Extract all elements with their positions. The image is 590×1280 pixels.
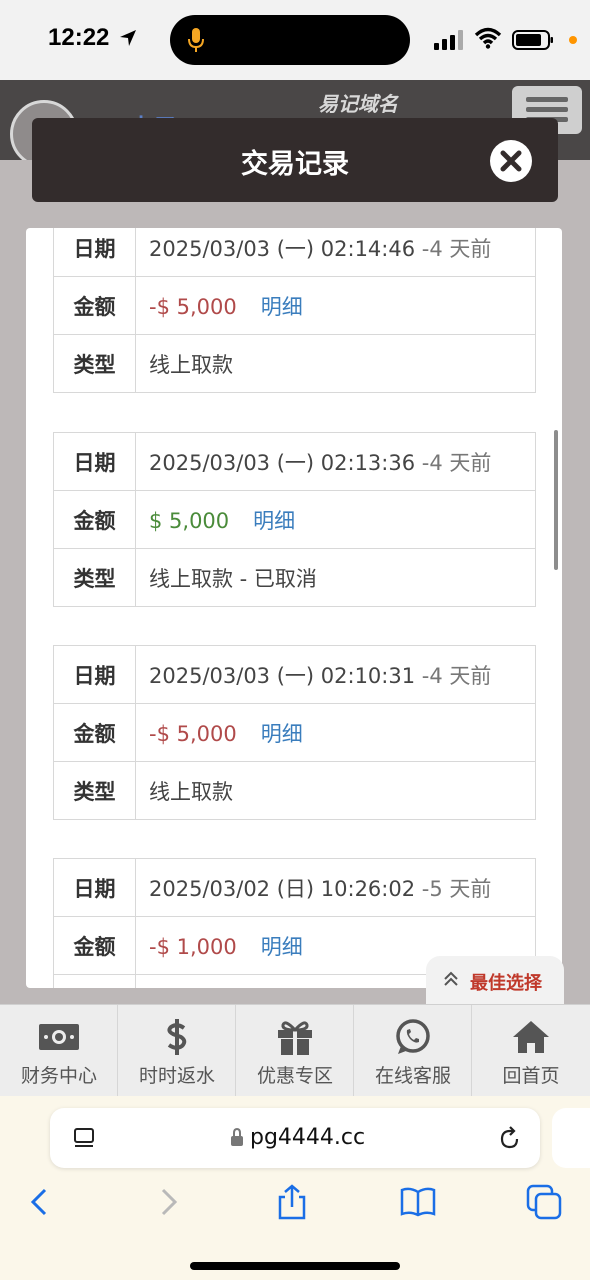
gift-icon [278, 1021, 312, 1055]
bottom-nav: 财务中心 时时返水 优惠专区 在线客服 回首页 [0, 1004, 590, 1097]
close-icon [500, 150, 522, 172]
bookmarks-icon[interactable] [400, 1184, 436, 1220]
scrollbar[interactable] [554, 430, 558, 570]
date-text: 2025/03/02 (日) 10:26:02 [149, 876, 416, 901]
days-ago: -4 天前 [415, 663, 492, 688]
url-text: pg4444.cc [250, 1125, 366, 1150]
recording-indicator [569, 36, 577, 44]
amount-value: -$ 5,000 明细 [135, 276, 536, 335]
next-tab-preview[interactable] [552, 1108, 590, 1168]
days-ago: -4 天前 [415, 236, 492, 261]
location-arrow-icon [120, 30, 136, 46]
type-label: 类型 [53, 548, 136, 607]
money-icon [39, 1024, 79, 1050]
days-ago: -5 天前 [415, 876, 492, 901]
wifi-icon [474, 27, 502, 49]
nav-finance-center[interactable]: 财务中心 [0, 1005, 118, 1097]
amount-value: $ 5,000 明细 [135, 490, 536, 549]
nav-customer-service[interactable]: 在线客服 [354, 1005, 472, 1097]
nav-rebate[interactable]: 时时返水 [118, 1005, 236, 1097]
reload-icon[interactable] [498, 1125, 522, 1151]
date-label: 日期 [53, 858, 136, 917]
best-choice-button[interactable]: 最佳选择 [426, 956, 564, 1004]
type-value: 线上取款 - 已取消 [135, 548, 536, 607]
amount-row: 金额 -$ 5,000 明细 [53, 276, 536, 335]
tabs-icon[interactable] [526, 1184, 562, 1220]
date-value: 2025/03/03 (一) 02:13:36 -4 天前 [135, 432, 536, 491]
nav-label: 财务中心 [20, 1065, 97, 1087]
lock-icon [231, 1127, 243, 1146]
transaction-record: 日期 2025/03/03 (一) 02:14:46 -4 天前 金额 -$ 5… [53, 228, 536, 393]
easy-domain-label: 易记域名 [318, 92, 398, 116]
amount-row: 金额 -$ 5,000 明细 [53, 703, 536, 762]
nav-label: 回首页 [502, 1065, 560, 1087]
date-label: 日期 [53, 228, 136, 277]
type-label: 类型 [53, 761, 136, 820]
share-icon[interactable] [274, 1184, 310, 1220]
reader-menu-icon[interactable] [72, 1126, 96, 1150]
address-bar[interactable]: pg4444.cc [50, 1108, 540, 1168]
double-chevron-up-icon [444, 971, 458, 986]
nav-promotions[interactable]: 优惠专区 [236, 1005, 354, 1097]
modal-title: 交易记录 [241, 149, 349, 180]
dollar-icon [167, 1019, 187, 1055]
amount-label: 金额 [53, 703, 136, 762]
type-row: 类型 线上取款 [53, 334, 536, 393]
type-value: 线上取款 [135, 334, 536, 393]
date-label: 日期 [53, 432, 136, 491]
detail-link[interactable]: 明细 [261, 935, 303, 959]
nav-label: 优惠专区 [256, 1065, 333, 1087]
dynamic-island [170, 15, 410, 65]
detail-link[interactable]: 明细 [261, 295, 303, 319]
type-row: 类型 线上取款 [53, 761, 536, 820]
date-row: 日期 2025/03/03 (一) 02:10:31 -4 天前 [53, 645, 536, 704]
status-bar: 12:22 [0, 0, 590, 80]
amount-row: 金额 $ 5,000 明细 [53, 490, 536, 549]
home-indicator [190, 1262, 400, 1270]
detail-link[interactable]: 明细 [253, 509, 295, 533]
type-row: 类型 线上取款 - 已取消 [53, 548, 536, 607]
home-icon [513, 1021, 549, 1053]
amount-text: -$ 1,000 [149, 934, 237, 959]
amount-label: 金额 [53, 490, 136, 549]
microphone-icon [188, 28, 204, 52]
amount-label: 金额 [53, 916, 136, 975]
date-text: 2025/03/03 (一) 02:14:46 [149, 236, 416, 261]
type-label: 类型 [53, 334, 136, 393]
date-value: 2025/03/03 (一) 02:14:46 -4 天前 [135, 228, 536, 277]
browser-toolbar: pg4444.cc [0, 1096, 590, 1280]
whatsapp-icon [396, 1019, 430, 1054]
amount-label: 金额 [53, 276, 136, 335]
date-value: 2025/03/03 (一) 02:10:31 -4 天前 [135, 645, 536, 704]
days-ago: -4 天前 [415, 450, 492, 475]
type-value: 线上取款 [135, 761, 536, 820]
best-choice-label: 最佳选择 [470, 973, 542, 994]
date-label: 日期 [53, 645, 136, 704]
type-label: 类型 [53, 974, 136, 988]
amount-text: -$ 5,000 [149, 721, 237, 746]
date-row: 日期 2025/03/03 (一) 02:14:46 -4 天前 [53, 228, 536, 277]
battery-icon [512, 30, 553, 50]
modal-header: 交易记录 [32, 118, 558, 202]
cellular-signal-icon [434, 30, 463, 50]
transaction-list: 日期 2025/03/03 (一) 02:14:46 -4 天前 金额 -$ 5… [26, 228, 562, 988]
date-text: 2025/03/03 (一) 02:13:36 [149, 450, 416, 475]
detail-link[interactable]: 明细 [261, 722, 303, 746]
date-text: 2025/03/03 (一) 02:10:31 [149, 663, 416, 688]
transaction-record: 日期 2025/03/03 (一) 02:13:36 -4 天前 金额 $ 5,… [53, 432, 536, 607]
nav-label: 时时返水 [138, 1065, 215, 1087]
status-time: 12:22 [48, 24, 110, 51]
date-row: 日期 2025/03/02 (日) 10:26:02 -5 天前 [53, 858, 536, 917]
forward-icon[interactable] [150, 1184, 186, 1220]
nav-label: 在线客服 [374, 1065, 451, 1087]
close-button[interactable] [490, 140, 532, 182]
nav-home[interactable]: 回首页 [472, 1005, 590, 1097]
date-row: 日期 2025/03/03 (一) 02:13:36 -4 天前 [53, 432, 536, 491]
date-value: 2025/03/02 (日) 10:26:02 -5 天前 [135, 858, 536, 917]
amount-text: -$ 5,000 [149, 294, 237, 319]
amount-text: $ 5,000 [149, 508, 230, 533]
transaction-record: 日期 2025/03/03 (一) 02:10:31 -4 天前 金额 -$ 5… [53, 645, 536, 820]
amount-value: -$ 5,000 明细 [135, 703, 536, 762]
back-icon[interactable] [22, 1184, 58, 1220]
